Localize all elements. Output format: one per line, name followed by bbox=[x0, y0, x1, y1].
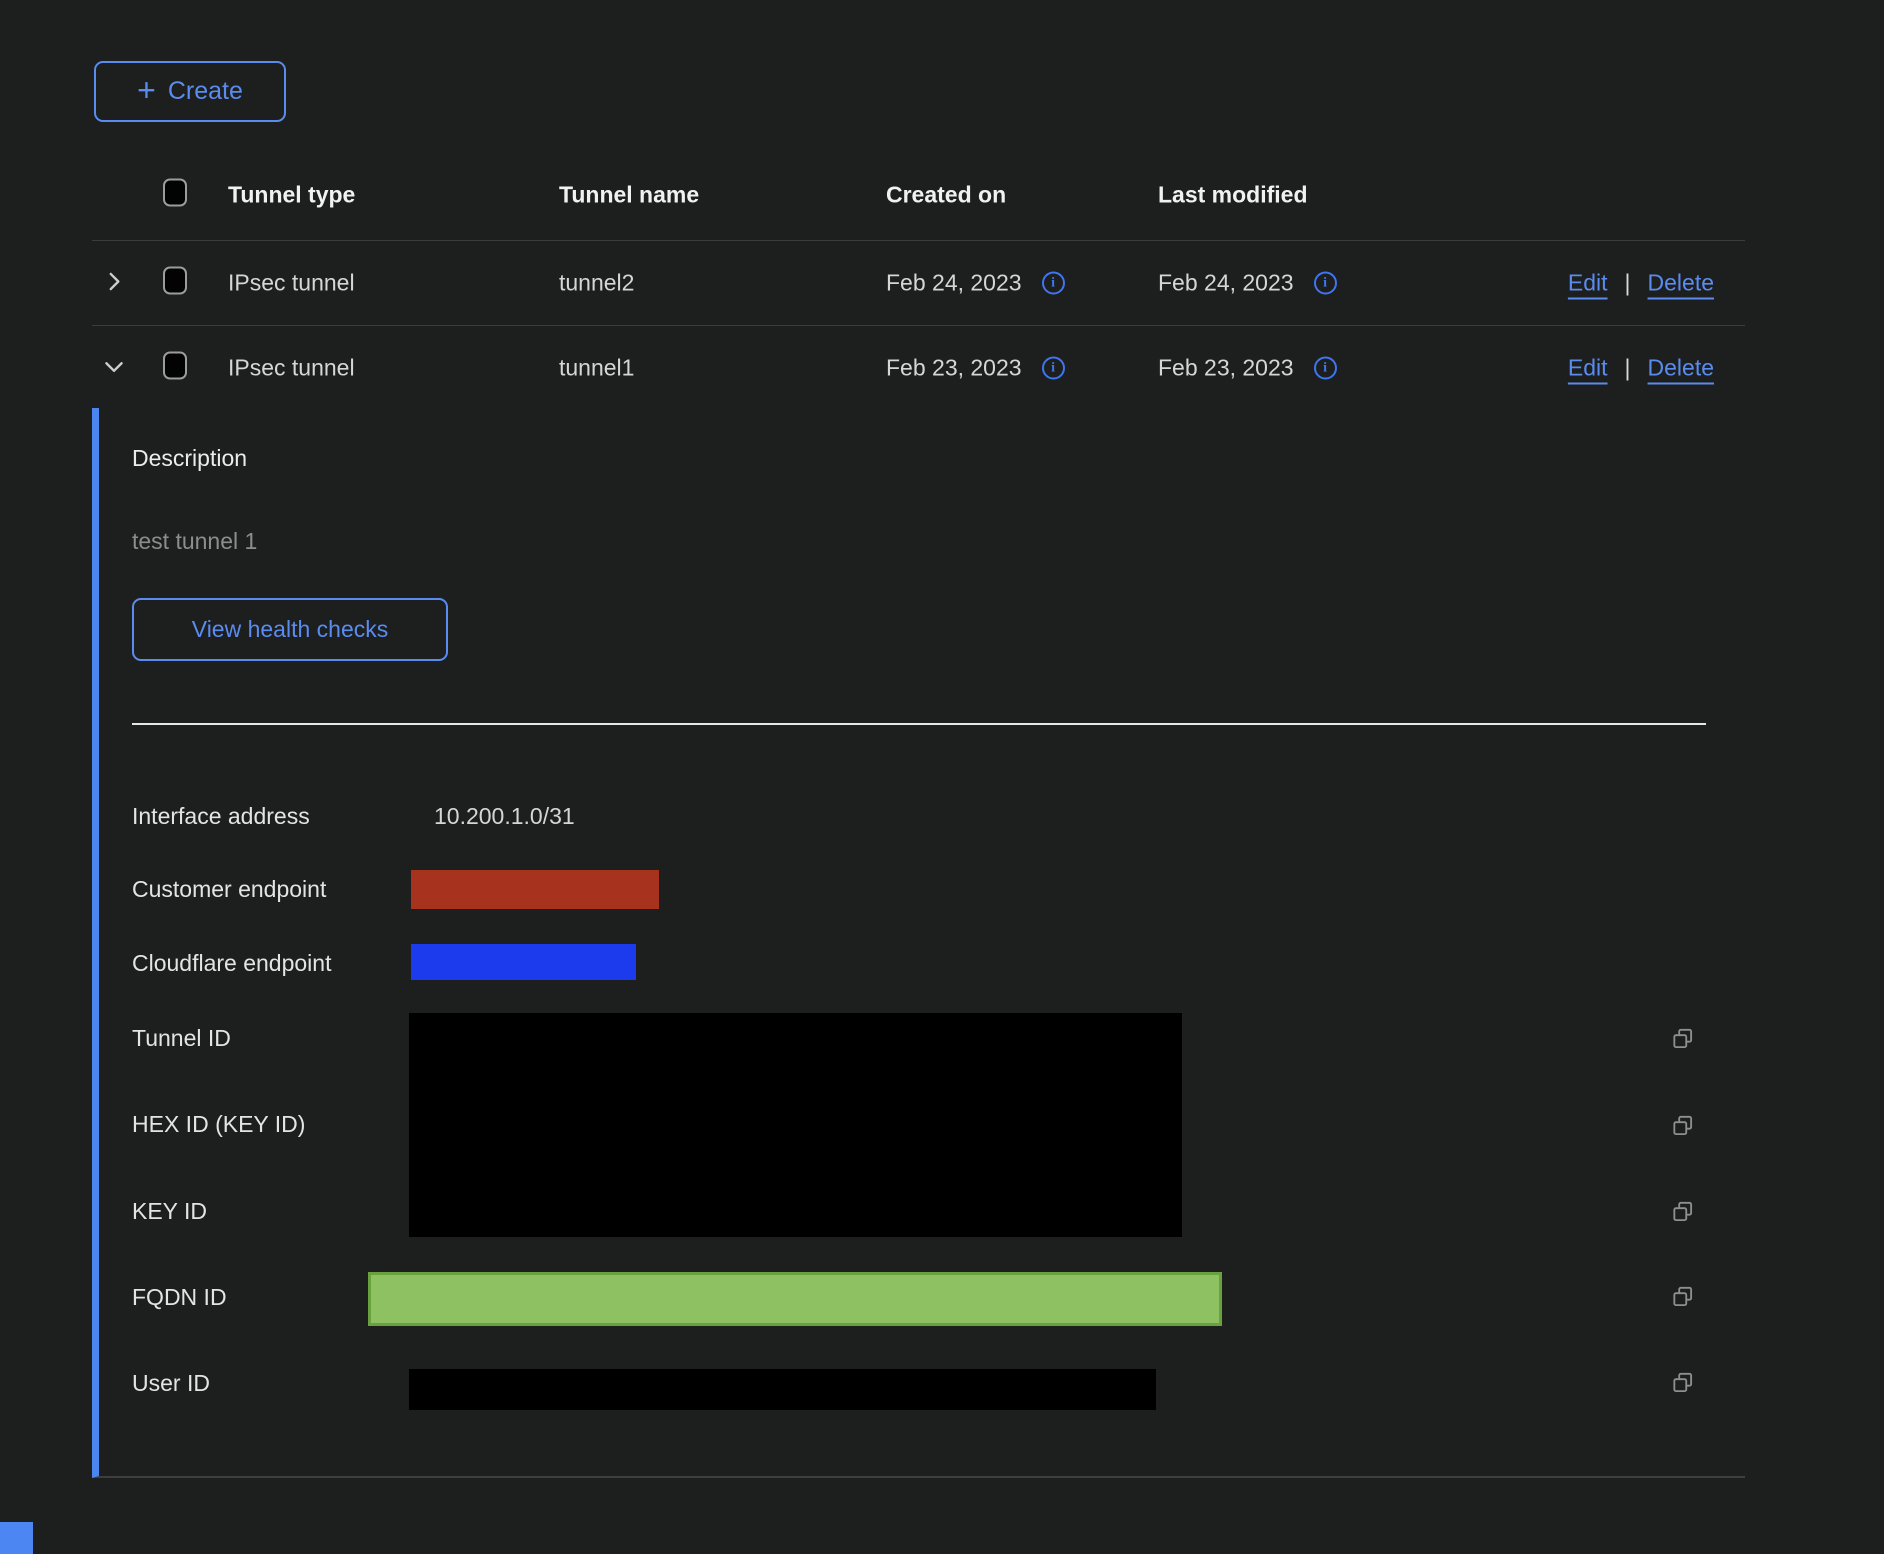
row-checkbox[interactable] bbox=[163, 267, 187, 295]
id-values-redacted-block bbox=[409, 1013, 1182, 1237]
chevron-right-icon[interactable] bbox=[99, 267, 129, 297]
plus-icon: + bbox=[137, 74, 156, 106]
create-button-label: Create bbox=[168, 77, 243, 106]
info-icon[interactable]: i bbox=[1314, 272, 1337, 295]
table-row-tunnel1: IPsec tunnel tunnel1 Feb 23, 2023 i Feb … bbox=[92, 326, 1745, 410]
info-icon[interactable]: i bbox=[1042, 357, 1065, 380]
created-on-cell: Feb 23, 2023 bbox=[886, 355, 1022, 382]
created-on-cell: Feb 24, 2023 bbox=[886, 270, 1022, 297]
user-id-label: User ID bbox=[132, 1368, 210, 1398]
tunnel-type-cell: IPsec tunnel bbox=[228, 270, 355, 297]
column-header-last-modified: Last modified bbox=[1158, 182, 1308, 209]
description-label: Description bbox=[132, 445, 247, 472]
fqdn-id-label: FQDN ID bbox=[132, 1282, 227, 1312]
cloudflare-endpoint-redacted-value bbox=[411, 944, 636, 980]
last-modified-cell: Feb 24, 2023 bbox=[1158, 270, 1294, 297]
row-checkbox[interactable] bbox=[163, 352, 187, 380]
customer-endpoint-label: Customer endpoint bbox=[132, 874, 326, 904]
tunnel-type-cell: IPsec tunnel bbox=[228, 355, 355, 382]
edit-link[interactable]: Edit bbox=[1568, 355, 1608, 382]
tunnel-name-cell: tunnel1 bbox=[559, 355, 634, 382]
actions-separator: | bbox=[1625, 355, 1631, 382]
info-icon[interactable]: i bbox=[1042, 272, 1065, 295]
view-health-checks-button[interactable]: View health checks bbox=[132, 598, 448, 661]
column-header-tunnel-name: Tunnel name bbox=[559, 182, 699, 209]
interface-address-value: 10.200.1.0/31 bbox=[434, 801, 575, 831]
copy-icon[interactable] bbox=[1670, 1026, 1696, 1052]
key-id-label: KEY ID bbox=[132, 1196, 207, 1226]
user-id-redacted-value bbox=[409, 1369, 1156, 1410]
copy-icon[interactable] bbox=[1670, 1284, 1696, 1310]
bottom-left-partial-element bbox=[0, 1522, 33, 1554]
column-header-created-on: Created on bbox=[886, 182, 1006, 209]
table-row-tunnel2: IPsec tunnel tunnel2 Feb 24, 2023 i Feb … bbox=[92, 241, 1745, 326]
customer-endpoint-redacted-value bbox=[411, 870, 659, 909]
tunnels-table: Tunnel type Tunnel name Created on Last … bbox=[92, 150, 1745, 410]
tunnel-name-cell: tunnel2 bbox=[559, 270, 634, 297]
copy-icon[interactable] bbox=[1670, 1370, 1696, 1396]
hex-id-label: HEX ID (KEY ID) bbox=[132, 1109, 305, 1139]
table-header-row: Tunnel type Tunnel name Created on Last … bbox=[92, 150, 1745, 241]
interface-address-label: Interface address bbox=[132, 801, 310, 831]
tunnels-page: + Create Tunnel type Tunnel name Created… bbox=[0, 0, 1884, 1554]
create-button[interactable]: + Create bbox=[94, 61, 286, 122]
chevron-down-icon[interactable] bbox=[99, 352, 129, 382]
select-all-checkbox[interactable] bbox=[163, 179, 187, 207]
delete-link[interactable]: Delete bbox=[1648, 270, 1714, 297]
edit-link[interactable]: Edit bbox=[1568, 270, 1608, 297]
expanded-tunnel-details: Description test tunnel 1 View health ch… bbox=[92, 408, 1745, 1478]
copy-icon[interactable] bbox=[1670, 1199, 1696, 1225]
delete-link[interactable]: Delete bbox=[1648, 355, 1714, 382]
actions-separator: | bbox=[1625, 270, 1631, 297]
cloudflare-endpoint-label: Cloudflare endpoint bbox=[132, 948, 331, 978]
column-header-tunnel-type: Tunnel type bbox=[228, 182, 355, 209]
description-value: test tunnel 1 bbox=[132, 528, 257, 555]
last-modified-cell: Feb 23, 2023 bbox=[1158, 355, 1294, 382]
fqdn-id-redacted-value bbox=[368, 1272, 1222, 1326]
tunnel-id-label: Tunnel ID bbox=[132, 1023, 231, 1053]
info-icon[interactable]: i bbox=[1314, 357, 1337, 380]
copy-icon[interactable] bbox=[1670, 1113, 1696, 1139]
section-divider bbox=[132, 723, 1706, 725]
